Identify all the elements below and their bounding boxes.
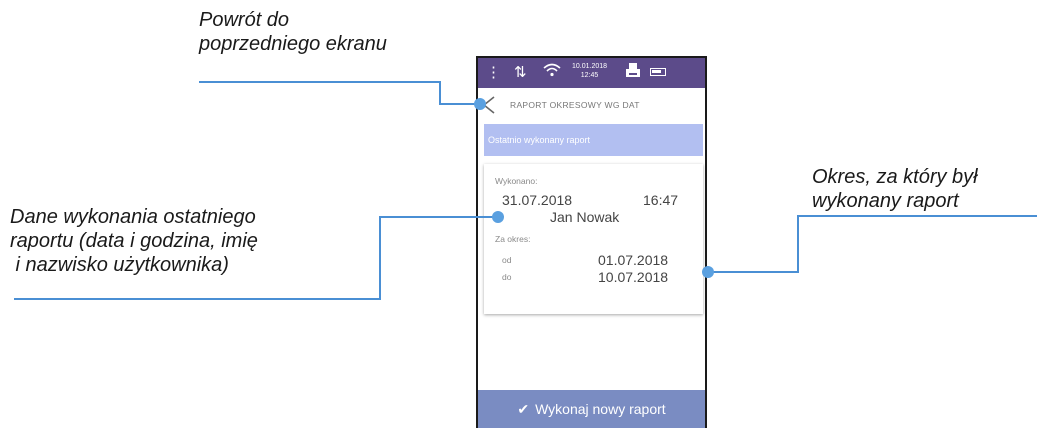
connector-dot [474, 98, 486, 110]
connector-report-data [14, 216, 498, 300]
connector-dot [702, 266, 714, 278]
connector-back [199, 81, 480, 105]
callout-connectors [14, 81, 1037, 300]
connector-dot [492, 211, 504, 223]
connector-period [708, 215, 1037, 273]
